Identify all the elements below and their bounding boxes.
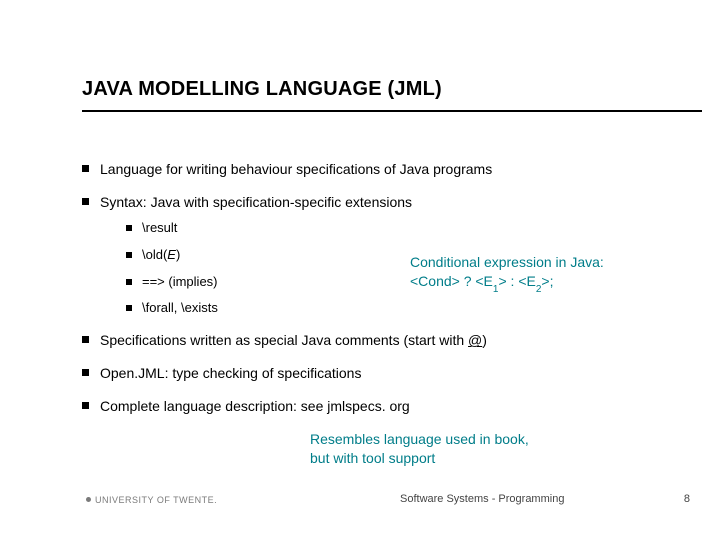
bullet-text: Open.JML: type checking of specification… bbox=[100, 365, 361, 381]
callout-line: but with tool support bbox=[310, 449, 610, 468]
callout-line: Conditional expression in Java: bbox=[410, 253, 670, 272]
bullet-text: Language for writing behaviour specifica… bbox=[100, 161, 492, 177]
footer-page-number: 8 bbox=[684, 493, 690, 505]
bullet-item: Language for writing behaviour specifica… bbox=[82, 160, 702, 179]
sub-bullet-text: \forall, \exists bbox=[142, 300, 218, 315]
sub-bullet-item: \result bbox=[126, 220, 702, 237]
sub-bullet-item: \forall, \exists bbox=[126, 300, 702, 317]
callout-resembles: Resembles language used in book, but wit… bbox=[310, 430, 610, 468]
logo-dot-icon bbox=[86, 497, 91, 502]
bullet-item: Open.JML: type checking of specification… bbox=[82, 364, 702, 383]
sub-bullet-text: \result bbox=[142, 220, 177, 235]
callout-line: <Cond> ? <E1> : <E2>; bbox=[410, 272, 670, 294]
bullet-text: Specifications written as special Java c… bbox=[100, 332, 487, 348]
callout-line: Resembles language used in book, bbox=[310, 430, 610, 449]
bullet-text: Complete language description: see jmlsp… bbox=[100, 398, 410, 414]
callout-conditional: Conditional expression in Java: <Cond> ?… bbox=[410, 253, 670, 294]
bullet-item: Specifications written as special Java c… bbox=[82, 331, 702, 350]
bullet-text: Syntax: Java with specification-specific… bbox=[100, 194, 412, 210]
title-rule bbox=[82, 110, 702, 112]
footer-university: UNIVERSITY OF TWENTE. bbox=[86, 495, 217, 505]
footer-center: Software Systems - Programming bbox=[400, 493, 564, 505]
content-area: Language for writing behaviour specifica… bbox=[82, 160, 702, 430]
slide-title: JAVA MODELLING LANGUAGE (JML) bbox=[82, 78, 442, 101]
sub-bullet-text: \old(E) bbox=[142, 247, 180, 262]
bullet-item: Complete language description: see jmlsp… bbox=[82, 397, 702, 416]
sub-bullet-text: ==> (implies) bbox=[142, 274, 218, 289]
slide: JAVA MODELLING LANGUAGE (JML) Language f… bbox=[0, 0, 720, 540]
